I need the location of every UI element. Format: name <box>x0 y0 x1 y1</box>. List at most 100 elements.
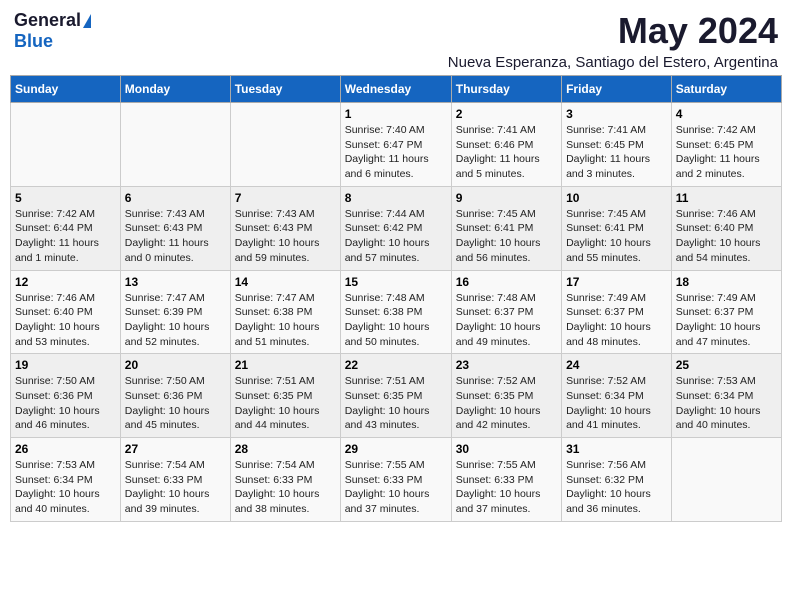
day-info: Sunrise: 7:50 AMSunset: 6:36 PMDaylight:… <box>125 374 226 433</box>
calendar-header-friday: Friday <box>562 76 672 103</box>
day-number: 27 <box>125 442 226 456</box>
calendar-table: SundayMondayTuesdayWednesdayThursdayFrid… <box>10 75 782 522</box>
calendar-day-9: 9 Sunrise: 7:45 AMSunset: 6:41 PMDaylight… <box>451 186 561 270</box>
calendar-day-25: 25Sunrise: 7:53 AMSunset: 6:34 PMDayligh… <box>671 354 781 438</box>
day-info: Sunrise: 7:49 AMSunset: 6:37 PMDaylight:… <box>566 291 667 350</box>
calendar-day-12: 12 Sunrise: 7:46 AMSunset: 6:40 PMDayligh… <box>11 270 121 354</box>
day-number: 20 <box>125 358 226 372</box>
day-number: 9 <box>456 191 557 205</box>
day-number: 11 <box>676 191 777 205</box>
calendar-header-sunday: Sunday <box>11 76 121 103</box>
calendar-day-21: 21 Sunrise: 7:51 AMSunset: 6:35 PMDayligh… <box>230 354 340 438</box>
calendar-day-30: 30 Sunrise: 7:55 AMSunset: 6:33 PMDayligh… <box>451 438 561 522</box>
day-info: Sunrise: 7:42 AMSunset: 6:44 PMDaylight:… <box>15 207 116 266</box>
calendar-day-2: 2Sunrise: 7:41 AMSunset: 6:46 PMDaylight… <box>451 103 561 187</box>
calendar-day-18: 18 Sunrise: 7:49 AMSunset: 6:37 PMDayligh… <box>671 270 781 354</box>
calendar-day-11: 11 Sunrise: 7:46 AMSunset: 6:40 PMDayligh… <box>671 186 781 270</box>
day-info: Sunrise: 7:55 AMSunset: 6:33 PMDaylight:… <box>345 458 447 517</box>
day-info: Sunrise: 7:54 AMSunset: 6:33 PMDaylight:… <box>125 458 226 517</box>
day-number: 23 <box>456 358 557 372</box>
day-info: Sunrise: 7:56 AMSunset: 6:32 PMDaylight:… <box>566 458 667 517</box>
day-number: 19 <box>15 358 116 372</box>
calendar-day-29: 29 Sunrise: 7:55 AMSunset: 6:33 PMDayligh… <box>340 438 451 522</box>
calendar-header-tuesday: Tuesday <box>230 76 340 103</box>
day-info: Sunrise: 7:52 AMSunset: 6:34 PMDaylight:… <box>566 374 667 433</box>
day-number: 24 <box>566 358 667 372</box>
calendar-day-20: 20 Sunrise: 7:50 AMSunset: 6:36 PMDayligh… <box>120 354 230 438</box>
subtitle: Nueva Esperanza, Santiago del Estero, Ar… <box>448 54 778 71</box>
calendar-day-1: 1Sunrise: 7:40 AMSunset: 6:47 PMDaylight… <box>340 103 451 187</box>
calendar-day-8: 8Sunrise: 7:44 AMSunset: 6:42 PMDaylight… <box>340 186 451 270</box>
calendar-week-row: 19 Sunrise: 7:50 AMSunset: 6:36 PMDayligh… <box>11 354 782 438</box>
day-info: Sunrise: 7:49 AMSunset: 6:37 PMDaylight:… <box>676 291 777 350</box>
day-info: Sunrise: 7:48 AMSunset: 6:38 PMDaylight:… <box>345 291 447 350</box>
day-info: Sunrise: 7:50 AMSunset: 6:36 PMDaylight:… <box>15 374 116 433</box>
calendar-week-row: 12 Sunrise: 7:46 AMSunset: 6:40 PMDayligh… <box>11 270 782 354</box>
calendar-day-10: 10Sunrise: 7:45 AMSunset: 6:41 PMDayligh… <box>562 186 672 270</box>
day-info: Sunrise: 7:51 AMSunset: 6:35 PMDaylight:… <box>345 374 447 433</box>
day-info: Sunrise: 7:43 AMSunset: 6:43 PMDaylight:… <box>125 207 226 266</box>
calendar-week-row: 1Sunrise: 7:40 AMSunset: 6:47 PMDaylight… <box>11 103 782 187</box>
day-info: Sunrise: 7:41 AMSunset: 6:46 PMDaylight:… <box>456 123 557 182</box>
calendar-day-19: 19 Sunrise: 7:50 AMSunset: 6:36 PMDayligh… <box>11 354 121 438</box>
day-info: Sunrise: 7:51 AMSunset: 6:35 PMDaylight:… <box>235 374 336 433</box>
day-number: 26 <box>15 442 116 456</box>
day-number: 30 <box>456 442 557 456</box>
day-info: Sunrise: 7:46 AMSunset: 6:40 PMDaylight:… <box>15 291 116 350</box>
calendar-empty-cell <box>11 103 121 187</box>
day-number: 25 <box>676 358 777 372</box>
day-number: 16 <box>456 275 557 289</box>
day-info: Sunrise: 7:55 AMSunset: 6:33 PMDaylight:… <box>456 458 557 517</box>
calendar-header-saturday: Saturday <box>671 76 781 103</box>
day-number: 6 <box>125 191 226 205</box>
day-number: 22 <box>345 358 447 372</box>
day-number: 1 <box>345 107 447 121</box>
day-number: 21 <box>235 358 336 372</box>
day-number: 3 <box>566 107 667 121</box>
day-number: 17 <box>566 275 667 289</box>
calendar-day-6: 6 Sunrise: 7:43 AMSunset: 6:43 PMDaylight… <box>120 186 230 270</box>
day-info: Sunrise: 7:43 AMSunset: 6:43 PMDaylight:… <box>235 207 336 266</box>
day-number: 12 <box>15 275 116 289</box>
calendar-day-13: 13 Sunrise: 7:47 AMSunset: 6:39 PMDayligh… <box>120 270 230 354</box>
calendar-day-22: 22 Sunrise: 7:51 AMSunset: 6:35 PMDayligh… <box>340 354 451 438</box>
calendar-day-26: 26 Sunrise: 7:53 AMSunset: 6:34 PMDayligh… <box>11 438 121 522</box>
day-number: 18 <box>676 275 777 289</box>
day-info: Sunrise: 7:47 AMSunset: 6:38 PMDaylight:… <box>235 291 336 350</box>
day-info: Sunrise: 7:46 AMSunset: 6:40 PMDaylight:… <box>676 207 777 266</box>
calendar-day-15: 15 Sunrise: 7:48 AMSunset: 6:38 PMDayligh… <box>340 270 451 354</box>
day-number: 7 <box>235 191 336 205</box>
day-number: 15 <box>345 275 447 289</box>
day-info: Sunrise: 7:44 AMSunset: 6:42 PMDaylight:… <box>345 207 447 266</box>
day-number: 10 <box>566 191 667 205</box>
logo-blue: Blue <box>14 31 53 51</box>
day-number: 29 <box>345 442 447 456</box>
calendar-week-row: 5 Sunrise: 7:42 AMSunset: 6:44 PMDaylight… <box>11 186 782 270</box>
logo: General Blue <box>14 10 91 52</box>
calendar-day-5: 5 Sunrise: 7:42 AMSunset: 6:44 PMDaylight… <box>11 186 121 270</box>
day-info: Sunrise: 7:48 AMSunset: 6:37 PMDaylight:… <box>456 291 557 350</box>
calendar-day-4: 4Sunrise: 7:42 AMSunset: 6:45 PMDaylight… <box>671 103 781 187</box>
calendar-header-wednesday: Wednesday <box>340 76 451 103</box>
calendar-day-7: 7 Sunrise: 7:43 AMSunset: 6:43 PMDaylight… <box>230 186 340 270</box>
day-info: Sunrise: 7:47 AMSunset: 6:39 PMDaylight:… <box>125 291 226 350</box>
day-info: Sunrise: 7:52 AMSunset: 6:35 PMDaylight:… <box>456 374 557 433</box>
day-info: Sunrise: 7:45 AMSunset: 6:41 PMDaylight:… <box>456 207 557 266</box>
day-number: 13 <box>125 275 226 289</box>
calendar-day-27: 27 Sunrise: 7:54 AMSunset: 6:33 PMDayligh… <box>120 438 230 522</box>
calendar-day-17: 17 Sunrise: 7:49 AMSunset: 6:37 PMDayligh… <box>562 270 672 354</box>
main-title: May 2024 <box>448 10 778 52</box>
calendar-day-16: 16 Sunrise: 7:48 AMSunset: 6:37 PMDayligh… <box>451 270 561 354</box>
calendar-day-14: 14Sunrise: 7:47 AMSunset: 6:38 PMDayligh… <box>230 270 340 354</box>
calendar-day-31: 31Sunrise: 7:56 AMSunset: 6:32 PMDayligh… <box>562 438 672 522</box>
logo-triangle-icon <box>83 14 91 28</box>
calendar-header-thursday: Thursday <box>451 76 561 103</box>
calendar-header-monday: Monday <box>120 76 230 103</box>
logo-general: General <box>14 10 81 31</box>
calendar-day-23: 23 Sunrise: 7:52 AMSunset: 6:35 PMDayligh… <box>451 354 561 438</box>
day-number: 4 <box>676 107 777 121</box>
day-info: Sunrise: 7:53 AMSunset: 6:34 PMDaylight:… <box>15 458 116 517</box>
day-number: 5 <box>15 191 116 205</box>
calendar-empty-cell <box>230 103 340 187</box>
calendar-week-row: 26 Sunrise: 7:53 AMSunset: 6:34 PMDayligh… <box>11 438 782 522</box>
